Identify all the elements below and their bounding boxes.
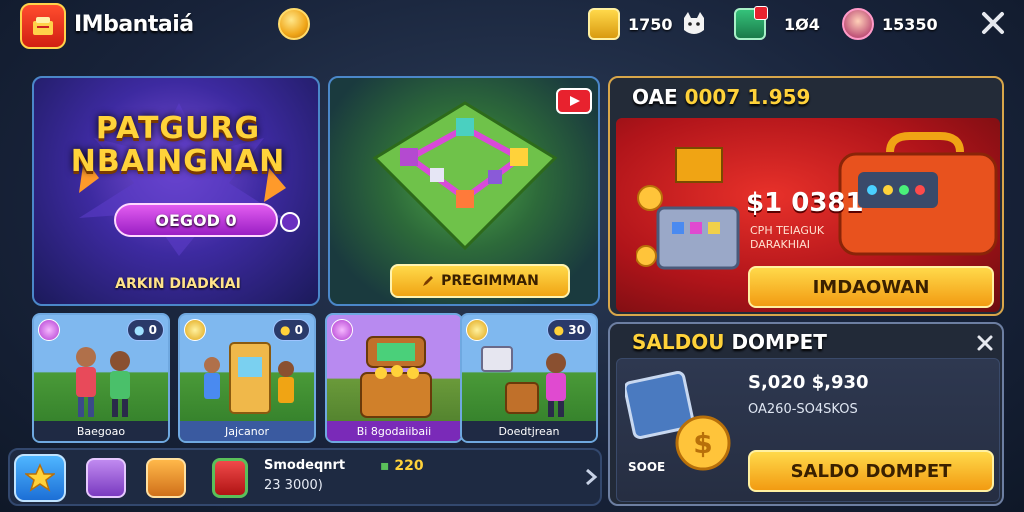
event-card-1[interactable]: ● 0 Baegoao: [32, 313, 170, 443]
wallet-item-label: SOOE: [628, 460, 666, 474]
card-label: Doedtjrean: [462, 421, 596, 441]
card-label: Bi 8godaiibaii: [327, 421, 461, 441]
card-badge: ● 0: [126, 319, 164, 341]
board-panel[interactable]: PREGIMMAN: [328, 76, 600, 306]
pet-icon[interactable]: [86, 458, 126, 498]
offer-desc-line2: DARAKHIAI: [750, 238, 811, 252]
flag-icon: ▪: [380, 458, 395, 474]
gem-crate-icon: [588, 8, 620, 40]
promo-subtitle: ARKIN DIADKIAI: [115, 276, 241, 292]
coin-icon: [184, 319, 206, 341]
board-play-button[interactable]: PREGIMMAN: [390, 264, 570, 298]
wallet-header: SALDOU DOMPET: [632, 330, 827, 354]
character-crate-icon: [481, 346, 566, 417]
promo-title-line1: PATGURG: [95, 111, 261, 146]
offer-desc-line1: CPH TEIAGUK: [750, 224, 825, 237]
board-play-label: PREGIMMAN: [441, 273, 539, 289]
card-label: Baegoao: [34, 421, 168, 441]
offer-header: OAE 0007 1.959: [610, 78, 1002, 116]
book-icon[interactable]: [212, 458, 248, 498]
resource-gems[interactable]: 1750: [588, 8, 673, 40]
ticket-box-icon: [734, 6, 768, 40]
card-badge: ● 0: [272, 319, 310, 341]
event-card-3[interactable]: Bi 8godaiibaii: [325, 313, 463, 443]
card-badge-value: 30: [568, 323, 585, 337]
avatar-icon: [842, 8, 874, 40]
offer-header-value: 0007 1.959: [684, 85, 811, 109]
svg-text:$: $: [693, 427, 712, 460]
card-badge-value: 0: [148, 323, 157, 337]
offer-buy-button[interactable]: IMDAOWAN: [748, 266, 994, 308]
resource-tickets-value: 1Ø4: [784, 14, 820, 34]
wallet-icon: $: [625, 370, 731, 471]
video-icon[interactable]: [556, 88, 592, 114]
offer-description: CPH TEIAGUK DARAKHIAI: [750, 224, 824, 253]
close-icon[interactable]: [280, 212, 300, 232]
star-button[interactable]: [14, 454, 66, 502]
bottombar-subtitle: 23 3000): [264, 478, 323, 493]
shop-stall-icon: [204, 342, 294, 414]
event-card-2[interactable]: ● 0 Jajcanor: [178, 313, 316, 443]
resource-profile[interactable]: 15350: [842, 8, 938, 40]
resource-profile-value: 15350: [882, 14, 938, 34]
game-board-icon: [372, 101, 558, 251]
event-card-4[interactable]: ● 30 Doedtjrean: [460, 313, 598, 443]
brand-logo-icon[interactable]: [20, 3, 66, 49]
cat-icon[interactable]: [680, 10, 708, 38]
wallet-amount: S,020 $,930: [748, 372, 869, 393]
close-icon[interactable]: [976, 334, 994, 352]
bottombar-title: Smodeqnrt: [264, 458, 346, 473]
close-icon[interactable]: [976, 6, 1010, 40]
app-title: IMbantaiá: [74, 12, 194, 37]
wallet-header-gold: SALDOU: [632, 330, 725, 354]
gem-icon: [331, 319, 353, 341]
card-badge-value: 0: [294, 323, 303, 337]
gem-icon: [38, 319, 60, 341]
offer-price: $1 0381: [746, 188, 864, 218]
promo-panel[interactable]: PATGURG NBAINGNAN OEGOD 0 ARKIN DIADKIAI: [32, 76, 320, 306]
bottombar-count-value: 220: [394, 458, 424, 474]
pencil-icon: [423, 276, 434, 286]
resource-gems-value: 1750: [628, 14, 673, 34]
star-icon: [25, 463, 55, 492]
coin-icon[interactable]: [278, 8, 310, 40]
treasure-chest-icon: [360, 336, 432, 418]
promo-pill-button[interactable]: OEGOD 0: [114, 203, 278, 237]
chevron-right-icon[interactable]: [584, 468, 598, 486]
card-label: Jajcanor: [180, 421, 314, 441]
wallet-button[interactable]: SALDO DOMPET: [748, 450, 994, 492]
wallet-code: OA260-SO4SKOS: [748, 402, 858, 417]
promo-title-line2: NBAINGNAN: [70, 144, 286, 179]
bottombar-count: ▪ 220: [380, 458, 424, 474]
treasure-chest-icon: [636, 147, 740, 270]
resource-tickets[interactable]: 1Ø4: [734, 6, 820, 40]
gift-icon[interactable]: [146, 458, 186, 498]
offer-header-prefix: OAE: [632, 85, 678, 109]
promo-title: PATGURG NBAINGNAN: [34, 111, 318, 179]
wallet-header-white: DOMPET: [731, 330, 827, 354]
wallet-panel: SALDOU DOMPET $ S,020 $,930 OA260-SO4SKO…: [608, 322, 1004, 506]
characters-icon: [76, 347, 130, 417]
